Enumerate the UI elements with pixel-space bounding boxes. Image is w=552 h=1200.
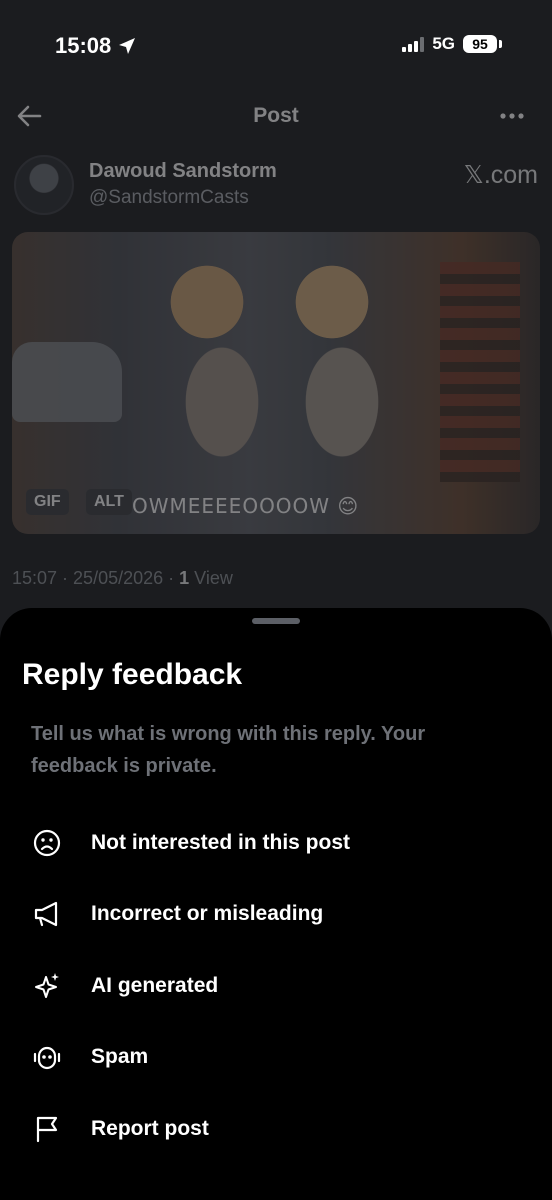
flag-icon: [32, 1114, 62, 1144]
status-time: 15:08: [55, 33, 137, 59]
network-type: 5G: [432, 34, 455, 53]
reply-feedback-sheet: Reply feedback Tell us what is wrong wit…: [0, 608, 552, 1200]
media-caption: OWMEEEEOOOOW 😊: [132, 494, 360, 518]
megaphone-icon: [32, 899, 62, 929]
option-report-post[interactable]: Report post: [0, 1093, 552, 1165]
location-arrow-icon: [119, 38, 136, 54]
avatar[interactable]: [14, 155, 74, 215]
option-label: Not interested in this post: [91, 830, 351, 854]
frown-face-icon: [32, 828, 62, 858]
option-spam[interactable]: Spam: [0, 1022, 552, 1094]
post-meta: 15:07 · 25/05/2026 · 1 View: [12, 568, 233, 588]
sheet-title: Reply feedback: [22, 658, 243, 691]
option-label: Incorrect or misleading: [91, 902, 324, 926]
media-car-shape: [12, 342, 122, 422]
author-name: Dawoud Sandstorm: [89, 160, 277, 182]
option-label: Report post: [91, 1116, 209, 1140]
option-incorrect-misleading[interactable]: Incorrect or misleading: [0, 879, 552, 951]
cellular-signal-icon: [402, 36, 425, 52]
status-time-text: 15:08: [55, 33, 112, 58]
view-count: 1: [179, 568, 190, 588]
battery-icon: 95: [463, 35, 502, 53]
top-nav: Post: [0, 90, 552, 140]
sparkle-icon: [32, 971, 62, 1001]
option-not-interested[interactable]: Not interested in this post: [0, 807, 552, 879]
post-author[interactable]: Dawoud Sandstorm @SandstormCasts 𝕏.com: [14, 155, 538, 215]
status-indicators: 5G 95: [402, 34, 502, 54]
sheet-subtitle: Tell us what is wrong with this reply. Y…: [31, 723, 426, 777]
view-label: View: [194, 568, 233, 588]
post-view-backdrop: Post Dawoud Sandstorm @SandstormCasts 𝕏.…: [0, 90, 552, 610]
option-ai-generated[interactable]: AI generated: [0, 950, 552, 1022]
alt-badge[interactable]: ALT: [86, 489, 132, 515]
post-time: 15:07: [12, 568, 58, 588]
source-brand: 𝕏.com: [463, 161, 538, 189]
post-date: 25/05/2026: [73, 568, 164, 588]
robot-icon: [32, 1042, 62, 1072]
battery-level: 95: [463, 35, 497, 53]
more-options-icon[interactable]: [498, 104, 526, 128]
option-label: AI generated: [91, 973, 219, 997]
status-bar: 15:08 5G 95: [0, 0, 552, 90]
sheet-grabber[interactable]: [252, 618, 300, 624]
feedback-options: Not interested in this post Incorrect or…: [0, 807, 552, 1165]
post-media-gif[interactable]: GIF ALT OWMEEEEOOOOW 😊: [12, 232, 540, 534]
option-label: Spam: [91, 1045, 149, 1069]
gif-badge: GIF: [26, 489, 69, 515]
author-handle: @SandstormCasts: [89, 187, 249, 208]
media-shelf-shape: [440, 262, 520, 482]
page-title: Post: [253, 104, 299, 127]
